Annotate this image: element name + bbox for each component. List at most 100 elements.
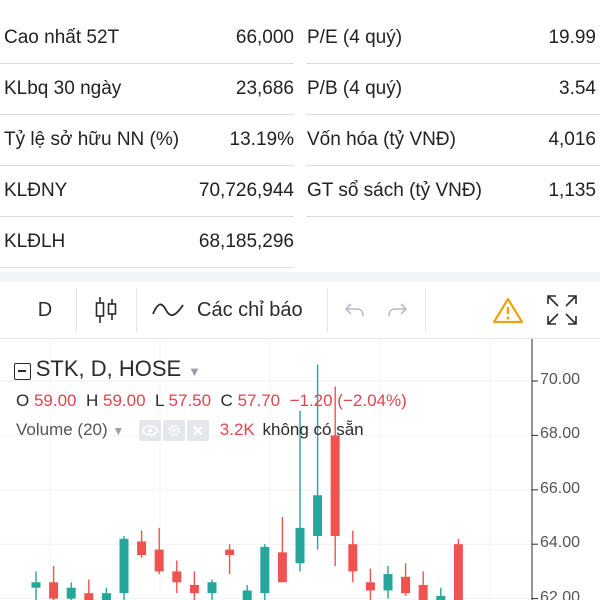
candle: [84, 579, 94, 600]
eye-icon[interactable]: [139, 420, 162, 442]
warning-button[interactable]: [480, 282, 536, 338]
candle: [154, 527, 164, 575]
undo-button[interactable]: [334, 282, 374, 338]
candle-body: [330, 435, 340, 537]
candle: [348, 530, 358, 583]
stat-row: KLĐNY 70,726,944: [4, 165, 294, 216]
row-divider: [306, 114, 600, 115]
candle-body: [418, 585, 428, 600]
candle-body: [66, 587, 76, 599]
candle-body: [365, 582, 375, 591]
price-tick-label: 70.00: [540, 371, 581, 388]
candle: [225, 544, 235, 575]
collapse-icon[interactable]: [14, 363, 31, 381]
stat-value: 70,726,944: [198, 179, 294, 201]
stat-row: KLbq 30 ngày 23,686: [4, 63, 294, 114]
row-divider: [306, 216, 600, 217]
undo-icon: [344, 303, 364, 317]
candle-body: [207, 582, 217, 594]
gear-icon[interactable]: [163, 420, 186, 442]
toolbar-divider: [327, 288, 328, 332]
close-icon[interactable]: [187, 420, 210, 442]
stat-value: 68,185,296: [198, 230, 294, 252]
open-label: O: [16, 391, 30, 410]
toolbar-divider: [425, 288, 426, 332]
candle: [436, 587, 446, 600]
stat-value: 1,135: [548, 179, 596, 201]
chevron-down-icon[interactable]: ▼: [112, 424, 124, 438]
fullscreen-button[interactable]: [540, 282, 584, 338]
candle: [101, 587, 111, 600]
chart-toolbar: D Các chỉ báo: [0, 282, 600, 339]
chart-type-button[interactable]: [77, 282, 135, 338]
candle-body: [436, 595, 446, 600]
candle-body: [277, 552, 287, 583]
stat-row: Cao nhất 52T 66,000: [4, 12, 294, 63]
row-divider: [0, 165, 294, 166]
candle-body: [225, 549, 235, 556]
candle-body: [31, 582, 41, 588]
symbol-legend[interactable]: STK, D, HOSE ▼: [14, 356, 201, 382]
candle: [207, 579, 217, 600]
redo-button[interactable]: [378, 282, 418, 338]
stat-row: P/E (4 quý) 19.99: [307, 12, 596, 63]
stat-row: GT sổ sách (tỷ VNĐ) 1,135: [307, 165, 596, 216]
stat-label: KLĐLH: [4, 230, 66, 252]
chevron-down-icon[interactable]: ▼: [188, 364, 201, 379]
volume-status: không có sẵn: [262, 420, 364, 439]
candle: [189, 571, 199, 600]
candle-body: [154, 549, 164, 572]
stat-value: 4,016: [548, 128, 596, 150]
indicators-icon: [152, 303, 184, 316]
low-value: 57.50: [168, 391, 212, 410]
stat-label: Cao nhất 52T: [4, 26, 120, 48]
candle: [418, 571, 428, 600]
stat-value: 23,686: [235, 77, 294, 99]
indicators-label: Các chỉ báo: [197, 298, 303, 321]
price-tick-label: 68.00: [540, 425, 581, 443]
change-value: −1.20 (−2.04%): [289, 391, 407, 410]
price-tick-label: 64.00: [540, 534, 581, 552]
price-tick-label: 66.00: [540, 479, 581, 497]
stat-label: KLbq 30 ngày: [4, 77, 122, 99]
stat-value: 13.19%: [229, 128, 294, 150]
ohlc-legend: O 59.00 H 59.00 L 57.50 C 57.70 −1.20 (−…: [16, 391, 407, 411]
candle: [330, 386, 340, 566]
candle-body: [383, 574, 393, 591]
row-divider: [306, 63, 600, 64]
price-chart[interactable]: 70.00 68.00 66.00 64.00 62.00 STK, D, HOSE ▼…: [0, 339, 600, 600]
interval-button[interactable]: D: [14, 282, 76, 338]
candle-body: [49, 582, 59, 599]
stat-label: KLĐNY: [4, 179, 68, 201]
candle-body: [242, 590, 252, 600]
candle: [172, 560, 182, 594]
candle-body: [295, 527, 305, 564]
stat-row: KLĐLH 68,185,296: [4, 216, 294, 267]
close-value: 57.70: [237, 391, 281, 410]
stat-row: Vốn hóa (tỷ VNĐ) 4,016: [307, 114, 596, 165]
symbol-label: STK, D, HOSE: [35, 356, 182, 381]
candle: [383, 565, 393, 599]
volume-label: Volume (20): [16, 420, 108, 439]
stat-row: P/B (4 quý) 3.54: [307, 63, 596, 114]
candles-icon: [95, 297, 117, 323]
volume-legend[interactable]: Volume (20) ▼ 3.2K không có sẵn: [16, 420, 364, 442]
close-label: C: [220, 391, 233, 410]
fullscreen-icon: [547, 295, 577, 325]
stat-label: P/B (4 quý): [307, 77, 403, 99]
candle: [137, 530, 147, 558]
candle-body: [189, 585, 199, 594]
low-label: L: [154, 391, 164, 410]
stat-label: Tỷ lệ sở hữu NN (%): [4, 128, 180, 150]
candle-body: [119, 538, 129, 594]
stat-value: 3.54: [559, 77, 596, 99]
candle-body: [260, 546, 270, 594]
candle: [66, 582, 76, 600]
open-value: 59.00: [33, 391, 77, 410]
row-divider: [0, 267, 294, 268]
indicators-button[interactable]: Các chỉ báo: [137, 282, 327, 338]
stat-value: 66,000: [235, 26, 294, 48]
candle: [365, 568, 375, 600]
candle-body: [84, 593, 94, 600]
section-gap: [0, 272, 600, 282]
